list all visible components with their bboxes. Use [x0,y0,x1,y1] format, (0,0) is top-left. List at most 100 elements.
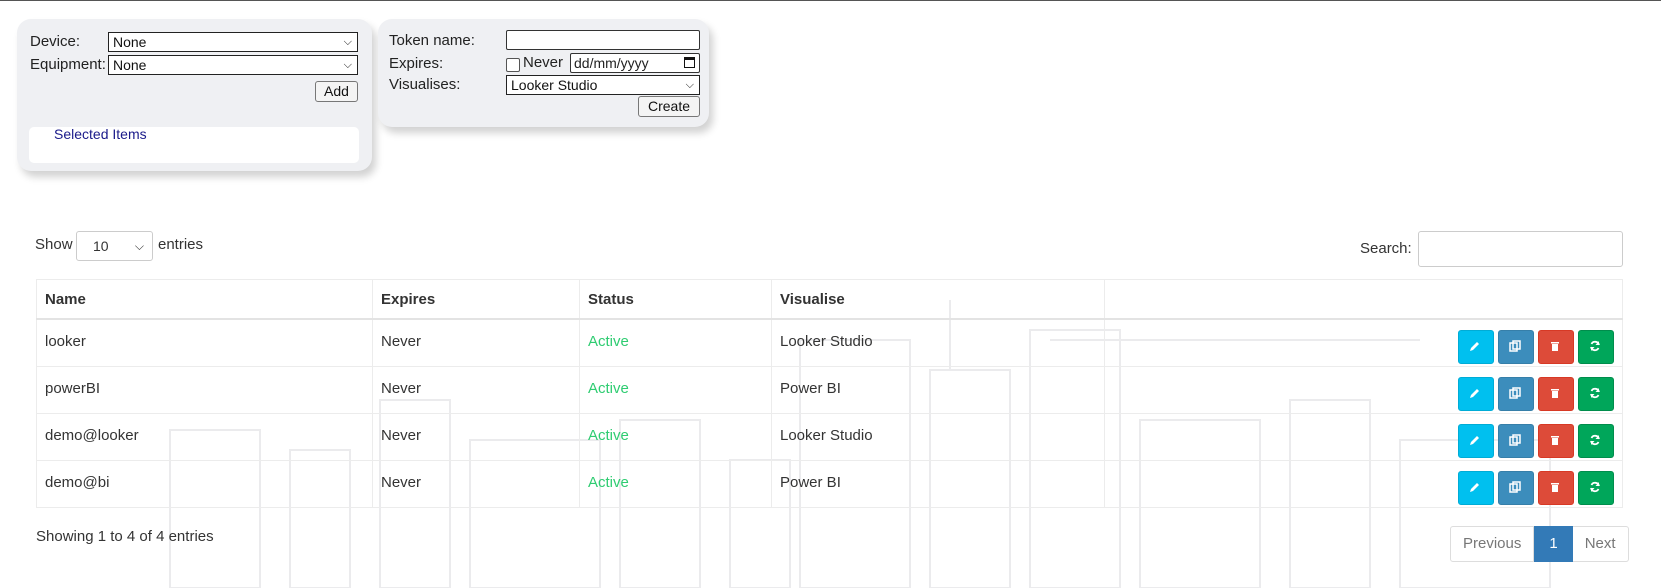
edit-button[interactable] [1458,423,1494,458]
cell-name: demo@bi [36,459,373,508]
equipment-label: Equipment: [30,56,106,73]
column-header-actions [1104,279,1623,320]
expires-date-input[interactable]: dd/mm/yyyy [570,53,700,73]
date-placeholder: dd/mm/yyyy [574,55,649,71]
filter-card: Device: None ⌵ Equipment: None ⌵ Add Sel… [17,19,372,171]
page-length-value: 10 [93,238,109,254]
cell-expires: Never [372,412,580,461]
tokens-table: Name Expires Status Visualise looker Nev… [36,279,1623,508]
refresh-button[interactable] [1578,423,1614,458]
cell-visualise: Power BI [771,365,1105,414]
visualises-select-value: Looker Studio [511,77,598,93]
column-header-name[interactable]: Name [36,279,373,320]
calendar-icon[interactable] [684,57,695,68]
cell-name: looker [36,318,373,367]
device-select[interactable]: None ⌵ [108,32,358,52]
previous-page-button[interactable]: Previous [1450,526,1535,562]
cell-status: Active [579,318,772,367]
refresh-icon [1590,387,1600,398]
refresh-button[interactable] [1578,330,1614,364]
copy-icon [1509,386,1521,399]
page-length-select[interactable]: 10 ⌵ [76,231,153,261]
chevron-down-icon: ⌵ [685,79,694,91]
create-button[interactable]: Create [638,96,700,117]
cell-visualise: Power BI [771,459,1105,508]
cell-actions [1104,459,1623,508]
cell-expires: Never [372,365,580,414]
chevron-down-icon: ⌵ [134,239,144,253]
refresh-button[interactable] [1578,376,1614,411]
chevron-down-icon: ⌵ [343,59,352,71]
selected-items-box: Selected Items [29,126,359,163]
next-page-button[interactable]: Next [1572,526,1629,562]
equipment-select-value: None [113,57,147,73]
visualises-select[interactable]: Looker Studio ⌵ [506,75,700,95]
edit-button[interactable] [1458,330,1494,364]
top-border [0,0,1661,1]
delete-button[interactable] [1538,423,1574,458]
table-row: demo@bi Never Active Power BI [36,459,1623,508]
search-label: Search: [1360,240,1412,257]
edit-button[interactable] [1458,470,1494,505]
copy-icon [1509,433,1521,446]
table-row: powerBI Never Active Power BI [36,365,1623,414]
visualises-label: Visualises: [389,76,461,93]
pencil-icon [1470,388,1479,398]
pagination: Previous 1 Next [1450,526,1629,562]
column-header-status[interactable]: Status [579,279,772,320]
cell-name: demo@looker [36,412,373,461]
delete-button[interactable] [1538,376,1574,411]
refresh-icon [1590,481,1600,492]
trash-icon [1551,342,1559,351]
copy-button[interactable] [1498,330,1534,364]
show-label: Show [35,236,73,253]
delete-button[interactable] [1538,470,1574,505]
table-info: Showing 1 to 4 of 4 entries [36,528,214,545]
copy-button[interactable] [1498,470,1534,505]
cell-actions [1104,365,1623,414]
cell-expires: Never [372,318,580,367]
trash-icon [1551,435,1559,445]
trash-icon [1551,388,1559,398]
page-1-button[interactable]: 1 [1534,526,1573,562]
entries-label: entries [158,236,204,253]
table-row: looker Never Active Looker Studio [36,318,1623,367]
chevron-down-icon: ⌵ [343,36,352,48]
copy-button[interactable] [1498,423,1534,458]
cell-name: powerBI [36,365,373,414]
pencil-icon [1470,435,1479,445]
token-name-input[interactable] [506,30,700,50]
copy-icon [1509,340,1521,352]
cell-status: Active [579,365,772,414]
token-name-label: Token name: [389,32,475,49]
never-checkbox[interactable] [506,58,520,72]
copy-icon [1509,480,1521,493]
device-label: Device: [30,33,81,50]
equipment-select[interactable]: None ⌵ [108,55,358,75]
table-header-row: Name Expires Status Visualise [36,279,1623,320]
copy-button[interactable] [1498,376,1534,411]
cell-actions [1104,412,1623,461]
edit-button[interactable] [1458,376,1494,411]
expires-label: Expires: [389,55,444,72]
refresh-icon [1590,340,1600,352]
column-header-expires[interactable]: Expires [372,279,580,320]
refresh-button[interactable] [1578,470,1614,505]
cell-visualise: Looker Studio [771,318,1105,367]
refresh-icon [1590,434,1600,445]
search-input[interactable] [1418,231,1623,267]
selected-items-label: Selected Items [54,126,147,142]
cell-status: Active [579,412,772,461]
pencil-icon [1470,342,1479,351]
trash-icon [1551,482,1559,492]
never-label: Never [523,54,564,71]
cell-status: Active [579,459,772,508]
cell-visualise: Looker Studio [771,412,1105,461]
table-row: demo@looker Never Active Looker Studio [36,412,1623,461]
column-header-visualise[interactable]: Visualise [771,279,1105,320]
add-button[interactable]: Add [315,81,358,102]
cell-actions [1104,318,1623,367]
device-select-value: None [113,34,147,50]
delete-button[interactable] [1538,330,1574,364]
token-card: Token name: Expires: Never dd/mm/yyyy Vi… [378,19,709,127]
